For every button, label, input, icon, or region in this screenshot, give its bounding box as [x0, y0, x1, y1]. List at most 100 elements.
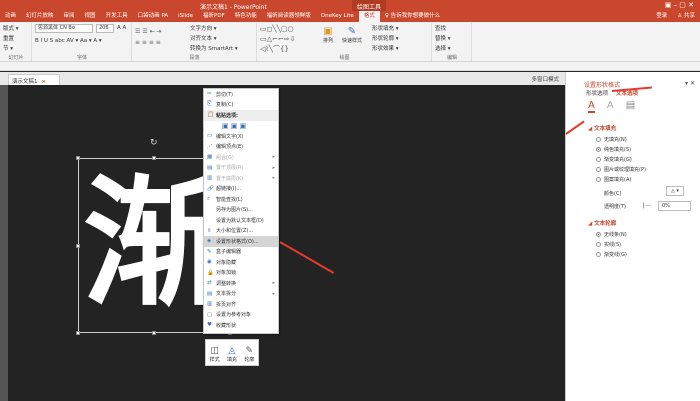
outline-section-header[interactable]: ◢ 文本轮廓: [588, 219, 616, 227]
shape-effects-button[interactable]: 形状效果 ▾: [369, 43, 399, 53]
ribbon-tab[interactable]: 幻灯片放映: [21, 11, 59, 22]
radio-button[interactable]: [596, 177, 601, 182]
context-menu-item[interactable]: ▥ 拆页对齐: [204, 299, 278, 310]
radio-button[interactable]: [596, 167, 601, 172]
radio-option[interactable]: 纯色填充(S): [596, 146, 631, 153]
find-button[interactable]: 查找: [432, 23, 471, 33]
context-menu-item[interactable]: ⋰ 编辑顶点(E): [204, 142, 278, 153]
context-menu-item[interactable]: ♥ 收藏形状: [204, 320, 278, 331]
context-menu-item[interactable]: ✂ 剪切(T): [204, 89, 278, 100]
style-button[interactable]: ◫ 样式: [210, 346, 220, 363]
radio-option[interactable]: 图案填充(A): [596, 176, 631, 183]
context-menu-item[interactable]: ▢ 设置为参考对象: [204, 310, 278, 321]
ribbon-tab[interactable]: 开发工具: [101, 11, 133, 22]
radio-button[interactable]: [596, 147, 601, 152]
tab-shape-options[interactable]: 形状选项: [586, 89, 608, 97]
text-fill-outline-icon[interactable]: A: [588, 100, 595, 113]
context-menu: ✂ 剪切(T) ⎘ 复制(C) 📋 粘贴选项: ▣ ▣ ▣ ▭ 编辑文字(X) ⋰ 编辑顶点(E) ▦…: [203, 88, 279, 334]
ribbon-tab[interactable]: 视图: [80, 11, 101, 22]
radio-option[interactable]: 无填充(N): [596, 136, 627, 143]
context-menu-item[interactable]: ▤ 文本拆分 ▸: [204, 289, 278, 300]
radio-option[interactable]: 图片或纹理填充(P): [596, 166, 646, 173]
close-panel-icon[interactable]: ▾ ✕: [685, 80, 695, 87]
font-format-buttons[interactable]: B I U S abc AV ▾ Aa ▾ A ▾: [32, 36, 131, 46]
context-menu-item[interactable]: 🔒 对象加锁: [204, 268, 278, 279]
rotate-handle-icon[interactable]: ↻: [150, 138, 158, 148]
select-button[interactable]: 选择 ▾: [432, 43, 471, 53]
quick-styles-button[interactable]: ✎ 快速样式: [339, 26, 365, 44]
reset-button[interactable]: 重置: [0, 33, 31, 43]
context-menu-item[interactable]: 设置为默认文本框(D): [204, 215, 278, 226]
menu-item-label: 对象隐藏: [216, 259, 237, 266]
share-button[interactable]: ♙ 共享: [672, 11, 700, 22]
shapes-gallery[interactable]: ▭◻╲╲▢○ ▭△⌐⌐⇨⇩ ◁⌇╲⌒{}: [260, 24, 295, 54]
context-menu-item[interactable]: ▥ 置于底层(K) ▸: [204, 173, 278, 184]
ribbon-tab[interactable]: 福昕阅读器领鲜版: [262, 11, 316, 22]
context-menu-item[interactable]: ⎘ 复制(C): [204, 100, 278, 111]
radio-option[interactable]: 无线条(N): [596, 231, 627, 238]
context-menu-item[interactable]: ◉ 对象隐藏: [204, 257, 278, 268]
ribbon-tab[interactable]: 审阅: [59, 11, 80, 22]
radio-button[interactable]: [596, 242, 601, 247]
window-controls[interactable]: ▣ – ▢ ✕: [665, 1, 694, 9]
layout-button[interactable]: 版式 ▾: [0, 23, 31, 33]
context-menu-item[interactable]: ✎ 盒子编辑器: [204, 247, 278, 258]
context-menu-item[interactable]: ▭ 编辑文字(X): [204, 131, 278, 142]
transparency-input[interactable]: 0%: [658, 201, 691, 211]
radio-label: 渐变线(G): [604, 252, 627, 258]
context-menu-item[interactable]: 另存为图片(S)...: [204, 205, 278, 216]
context-menu-item[interactable]: ⇄ 调整转换 ▸: [204, 278, 278, 289]
radio-label: 图案填充(A): [604, 177, 632, 183]
fill-section-header[interactable]: ◢ 文本填充: [588, 124, 616, 132]
font-name-select[interactable]: 思源黑体 CN Bo: [35, 23, 93, 33]
context-menu-item[interactable]: ◈ 设置形状格式(O)...: [204, 236, 278, 247]
radio-button[interactable]: [596, 252, 601, 257]
replace-button[interactable]: 替换 ▾: [432, 33, 471, 43]
context-menu-item[interactable]: ▦ 组合(G) ▸: [204, 152, 278, 163]
section-button[interactable]: 节 ▾: [0, 43, 31, 53]
transparency-slider[interactable]: ┃──: [642, 203, 651, 209]
align-text-button[interactable]: 对齐文本 ▾: [187, 33, 238, 43]
outline-button[interactable]: ✎ 轮廓: [244, 346, 254, 363]
radio-button[interactable]: [596, 137, 601, 142]
ribbon-tab[interactable]: OneKey Lite: [316, 11, 359, 22]
convert-smartart-button[interactable]: 转换为 SmartArt ▾: [187, 43, 238, 53]
context-menu-item[interactable]: ▣ ▣ ▣: [204, 121, 278, 132]
menu-item-icon: ▤: [207, 290, 213, 297]
group-font: 思源黑体 CN Bo 206 A A B I U S abc AV ▾ Aa ▾ A…: [32, 23, 132, 61]
menu-item-label: 对象加锁: [216, 270, 237, 277]
color-picker[interactable]: ◬ ▾: [666, 186, 684, 196]
document-tab[interactable]: 演示文稿1 ×: [8, 74, 60, 85]
context-menu-item[interactable]: 📋 粘贴选项:: [204, 110, 278, 121]
radio-button[interactable]: [596, 157, 601, 162]
textbox-icon[interactable]: ▤: [626, 100, 635, 113]
radio-option[interactable]: 渐变填充(G): [596, 156, 632, 163]
ribbon-tab[interactable]: 口袋动画 PA: [133, 11, 173, 22]
context-menu-item[interactable]: ⇳ 大小和位置(Z)...: [204, 226, 278, 237]
radio-option[interactable]: 渐变线(G): [596, 251, 627, 258]
ribbon-tab[interactable]: 动画: [0, 11, 21, 22]
radio-button[interactable]: [596, 232, 601, 237]
context-menu-item[interactable]: ⌕ 智能查找(L): [204, 194, 278, 205]
text-effects-icon[interactable]: A: [607, 100, 614, 113]
multi-window-button[interactable]: 多窗口模式: [531, 75, 559, 83]
ribbon-tab[interactable]: iSlide: [173, 11, 198, 22]
submenu-chevron-icon: ▸: [272, 290, 275, 297]
menu-item-icon: 📋: [207, 112, 214, 119]
grow-font-icon[interactable]: A A: [117, 25, 126, 31]
login-link[interactable]: 登录: [651, 11, 672, 22]
context-menu-item[interactable]: 🔗 超链接(I)...: [204, 184, 278, 195]
shape-outline-button[interactable]: 形状轮廓 ▾: [369, 33, 399, 43]
tell-me-box[interactable]: ♀ 告诉我你想要做什么: [380, 11, 445, 22]
radio-option[interactable]: 实线(S): [596, 241, 621, 248]
paragraph-buttons-icon[interactable]: ☰ ☰ ⇤ ⇥ ≡ ≡ ≡ ≡: [135, 26, 162, 48]
context-menu-item[interactable]: ▤ 置于顶层(R) ▸: [204, 163, 278, 174]
ribbon-tab[interactable]: 特色功能: [230, 11, 262, 22]
ribbon-tab[interactable]: 福昕PDF: [198, 11, 230, 22]
shape-fill-button[interactable]: 形状填充 ▾: [369, 23, 399, 33]
arrange-button[interactable]: ▣ 排列: [319, 26, 337, 44]
font-size-select[interactable]: 206: [96, 23, 114, 33]
text-direction-button[interactable]: 文字方向 ▾: [187, 23, 238, 33]
fill-button[interactable]: ◬ 填充: [227, 346, 237, 363]
ribbon-tab[interactable]: 格式: [358, 11, 380, 22]
